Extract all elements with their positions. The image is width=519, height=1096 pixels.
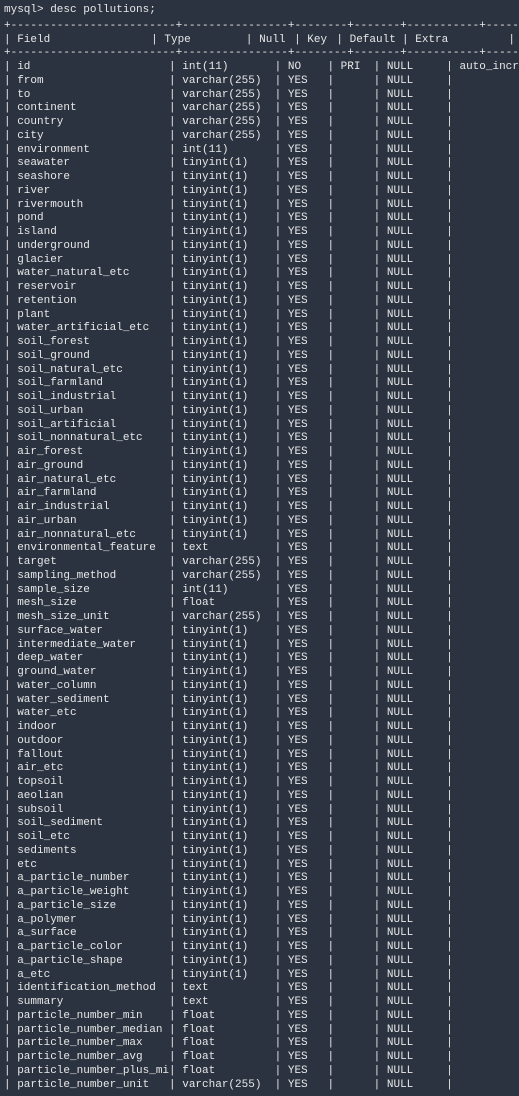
table-row: | a_particle_color | tinyint(1) | YES | … bbox=[4, 941, 515, 955]
table-row: | surface_water | tinyint(1) | YES | | N… bbox=[4, 625, 515, 639]
table-row: | environment | int(11) | YES | | NULL |… bbox=[4, 144, 515, 158]
table-row: | soil_farmland | tinyint(1) | YES | | N… bbox=[4, 377, 515, 391]
table-row: | pond | tinyint(1) | YES | | NULL | | bbox=[4, 212, 515, 226]
table-row: | soil_natural_etc | tinyint(1) | YES | … bbox=[4, 364, 515, 378]
table-row: | particle_number_unit | varchar(255) | … bbox=[4, 1079, 515, 1093]
pipe: | bbox=[294, 34, 307, 48]
header-key: Key bbox=[307, 34, 336, 48]
table-row: | island | tinyint(1) | YES | | NULL | | bbox=[4, 226, 515, 240]
table-row: | sample_size | int(11) | YES | | NULL |… bbox=[4, 584, 515, 598]
table-row: | soil_urban | tinyint(1) | YES | | NULL… bbox=[4, 405, 515, 419]
table-row: | mesh_size_unit | varchar(255) | YES | … bbox=[4, 611, 515, 625]
table-row: | aeolian | tinyint(1) | YES | | NULL | … bbox=[4, 790, 515, 804]
table-row: | air_nonnatural_etc | tinyint(1) | YES … bbox=[4, 529, 515, 543]
table-row: | to | varchar(255) | YES | | NULL | | bbox=[4, 89, 515, 103]
header-field: Field bbox=[17, 34, 151, 48]
table-row: | glacier | tinyint(1) | YES | | NULL | … bbox=[4, 254, 515, 268]
pipe: | bbox=[4, 34, 17, 48]
table-row: | fallout | tinyint(1) | YES | | NULL | … bbox=[4, 749, 515, 763]
table-row: | soil_ground | tinyint(1) | YES | | NUL… bbox=[4, 350, 515, 364]
table-row: | particle_number_plus_mi| float | YES |… bbox=[4, 1065, 515, 1079]
table-row: | soil_industrial | tinyint(1) | YES | |… bbox=[4, 391, 515, 405]
table-row: | water_sediment | tinyint(1) | YES | | … bbox=[4, 694, 515, 708]
pipe: | bbox=[336, 34, 349, 48]
pipe: | bbox=[402, 34, 415, 48]
table-row: | soil_forest | tinyint(1) | YES | | NUL… bbox=[4, 336, 515, 350]
table-row: | soil_etc | tinyint(1) | YES | | NULL |… bbox=[4, 831, 515, 845]
table-row: | a_etc | tinyint(1) | YES | | NULL | | bbox=[4, 969, 515, 983]
table-row: | sediments | tinyint(1) | YES | | NULL … bbox=[4, 845, 515, 859]
table-row: | indoor | tinyint(1) | YES | | NULL | | bbox=[4, 721, 515, 735]
table-body: | id | int(11) | NO | PRI | NULL | auto_… bbox=[4, 61, 515, 1092]
table-row: | underground | tinyint(1) | YES | | NUL… bbox=[4, 240, 515, 254]
table-row: | soil_nonnatural_etc | tinyint(1) | YES… bbox=[4, 432, 515, 446]
table-row: | sampling_method | varchar(255) | YES |… bbox=[4, 570, 515, 584]
header-extra: Extra bbox=[415, 34, 508, 48]
table-row: | target | varchar(255) | YES | | NULL |… bbox=[4, 556, 515, 570]
table-row: | air_ground | tinyint(1) | YES | | NULL… bbox=[4, 460, 515, 474]
mysql-prompt[interactable]: mysql> desc pollutions; bbox=[4, 4, 515, 18]
table-row: | water_etc | tinyint(1) | YES | | NULL … bbox=[4, 707, 515, 721]
table-row: | a_particle_number | tinyint(1) | YES |… bbox=[4, 872, 515, 886]
table-row: | outdoor | tinyint(1) | YES | | NULL | … bbox=[4, 735, 515, 749]
table-row: | mesh_size | float | YES | | NULL | | bbox=[4, 597, 515, 611]
pipe: | bbox=[508, 34, 515, 48]
table-row: | deep_water | tinyint(1) | YES | | NULL… bbox=[4, 652, 515, 666]
table-row: | intermediate_water | tinyint(1) | YES … bbox=[4, 639, 515, 653]
pipe: | bbox=[151, 34, 164, 48]
table-row: | city | varchar(255) | YES | | NULL | | bbox=[4, 130, 515, 144]
table-row: | air_natural_etc | tinyint(1) | YES | |… bbox=[4, 474, 515, 488]
table-divider-mid: +-------------------------+-------------… bbox=[4, 47, 515, 61]
table-row: | water_column | tinyint(1) | YES | | NU… bbox=[4, 680, 515, 694]
table-row: | retention | tinyint(1) | YES | | NULL … bbox=[4, 295, 515, 309]
table-row: | seashore | tinyint(1) | YES | | NULL |… bbox=[4, 171, 515, 185]
table-row: | a_polymer | tinyint(1) | YES | | NULL … bbox=[4, 914, 515, 928]
table-row: | water_natural_etc | tinyint(1) | YES |… bbox=[4, 267, 515, 281]
table-row: | plant | tinyint(1) | YES | | NULL | | bbox=[4, 309, 515, 323]
table-row: | air_farmland | tinyint(1) | YES | | NU… bbox=[4, 487, 515, 501]
table-row: | air_urban | tinyint(1) | YES | | NULL … bbox=[4, 515, 515, 529]
table-row: | subsoil | tinyint(1) | YES | | NULL | … bbox=[4, 804, 515, 818]
header-null: Null bbox=[259, 34, 294, 48]
table-row: | soil_artificial | tinyint(1) | YES | |… bbox=[4, 419, 515, 433]
pipe: | bbox=[246, 34, 259, 48]
table-row: | a_surface | tinyint(1) | YES | | NULL … bbox=[4, 927, 515, 941]
table-row: | country | varchar(255) | YES | | NULL … bbox=[4, 116, 515, 130]
table-row: | topsoil | tinyint(1) | YES | | NULL | … bbox=[4, 776, 515, 790]
table-row: | water_artificial_etc | tinyint(1) | YE… bbox=[4, 322, 515, 336]
table-row: | seawater | tinyint(1) | YES | | NULL |… bbox=[4, 157, 515, 171]
table-row: | particle_number_max | float | YES | | … bbox=[4, 1037, 515, 1051]
table-row: | soil_sediment | tinyint(1) | YES | | N… bbox=[4, 817, 515, 831]
table-row: | particle_number_avg | float | YES | | … bbox=[4, 1051, 515, 1065]
table-row: | environmental_feature | text | YES | |… bbox=[4, 542, 515, 556]
table-row: | identification_method | text | YES | |… bbox=[4, 982, 515, 996]
table-row: | summary | text | YES | | NULL | | bbox=[4, 996, 515, 1010]
table-divider-top: +-------------------------+-------------… bbox=[4, 20, 515, 34]
table-row: | ground_water | tinyint(1) | YES | | NU… bbox=[4, 666, 515, 680]
table-row: | continent | varchar(255) | YES | | NUL… bbox=[4, 102, 515, 116]
table-row: | air_etc | tinyint(1) | YES | | NULL | … bbox=[4, 762, 515, 776]
table-row: | air_industrial | tinyint(1) | YES | | … bbox=[4, 501, 515, 515]
header-default: Default bbox=[350, 34, 402, 48]
table-row: | particle_number_min | float | YES | | … bbox=[4, 1010, 515, 1024]
table-header-row: | Field | Type | Null | Key | Default | … bbox=[4, 34, 515, 48]
table-row: | reservoir | tinyint(1) | YES | | NULL … bbox=[4, 281, 515, 295]
table-row: | a_particle_shape | tinyint(1) | YES | … bbox=[4, 955, 515, 969]
table-row: | river | tinyint(1) | YES | | NULL | | bbox=[4, 185, 515, 199]
table-row: | a_particle_weight | tinyint(1) | YES |… bbox=[4, 886, 515, 900]
table-row: | air_forest | tinyint(1) | YES | | NULL… bbox=[4, 446, 515, 460]
table-row: | particle_number_median | float | YES |… bbox=[4, 1024, 515, 1038]
table-row: | a_particle_size | tinyint(1) | YES | |… bbox=[4, 900, 515, 914]
table-row: | from | varchar(255) | YES | | NULL | | bbox=[4, 75, 515, 89]
table-row: | id | int(11) | NO | PRI | NULL | auto_… bbox=[4, 61, 515, 75]
header-type: Type bbox=[164, 34, 246, 48]
table-row: | etc | tinyint(1) | YES | | NULL | | bbox=[4, 859, 515, 873]
table-row: | rivermouth | tinyint(1) | YES | | NULL… bbox=[4, 199, 515, 213]
